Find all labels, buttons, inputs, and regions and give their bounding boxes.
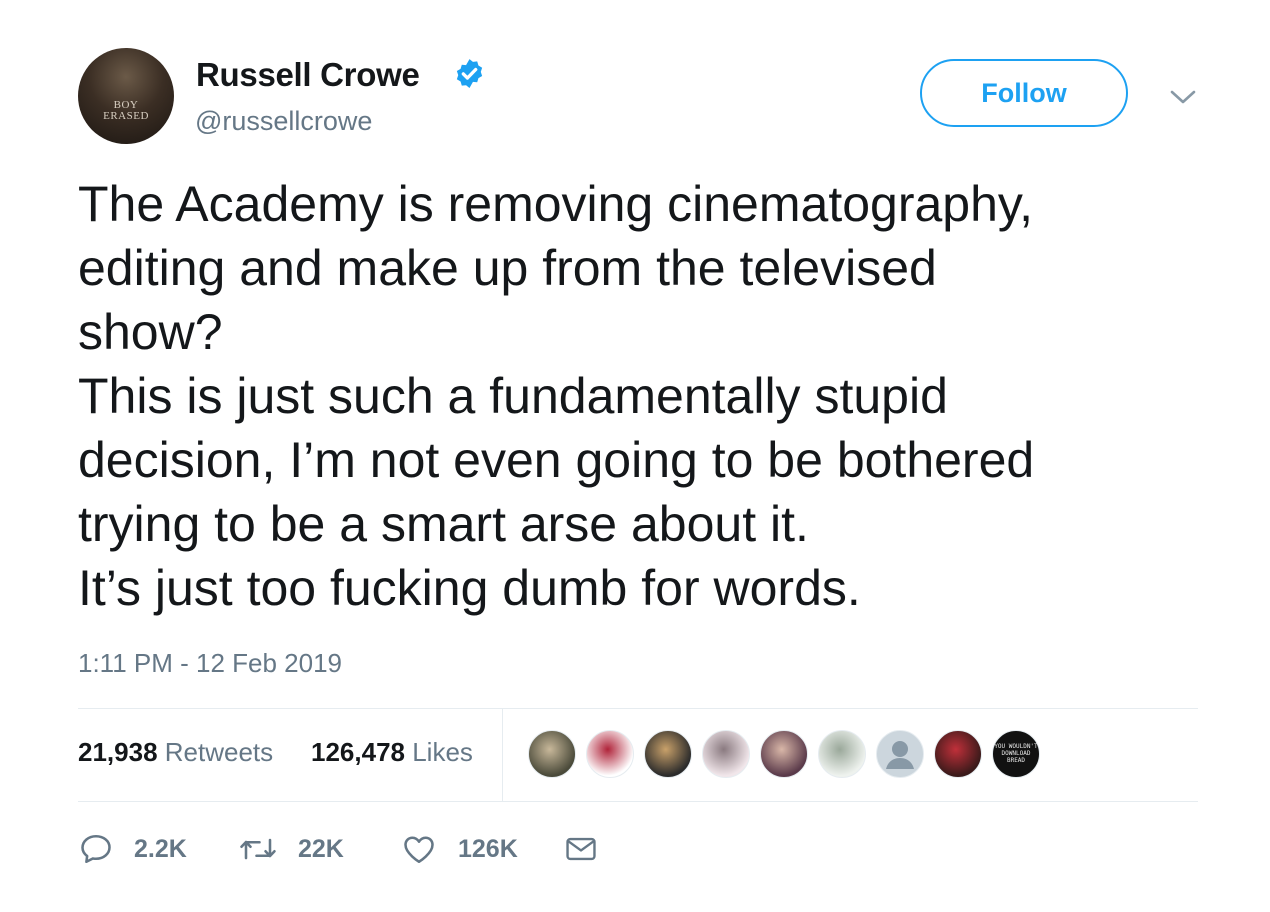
tweet-text-line: show? xyxy=(78,304,223,360)
reply-icon xyxy=(81,834,111,864)
verified-badge-icon xyxy=(456,59,483,88)
liker-avatar-4[interactable] xyxy=(702,730,750,778)
tweet-timestamp[interactable]: 1:11 PM - 12 Feb 2019 xyxy=(78,648,342,679)
retweets-label: Retweets xyxy=(164,737,274,767)
divider xyxy=(78,801,1198,802)
heart-icon xyxy=(404,836,434,864)
like-count: 126K xyxy=(458,834,518,863)
tweet-text-line: editing and make up from the televised xyxy=(78,240,937,296)
divider xyxy=(78,708,1198,709)
tweet-text-line: decision, I’m not even going to be bothe… xyxy=(78,432,1035,488)
liker-avatar-7[interactable] xyxy=(876,730,924,778)
tweet-text-line: This is just such a fundamentally stupid xyxy=(78,368,948,424)
follow-button[interactable]: Follow xyxy=(920,59,1128,127)
liker-avatar-3[interactable] xyxy=(644,730,692,778)
tweet-text-line: trying to be a smart arse about it. xyxy=(78,496,809,552)
tweet-text: The Academy is removing cinematography, … xyxy=(78,172,1198,620)
likes-count: 126,478 xyxy=(311,737,405,767)
liker-avatar-6[interactable] xyxy=(818,730,866,778)
likes-label: Likes xyxy=(412,737,473,767)
default-avatar-icon xyxy=(886,741,914,769)
tweet-card: BOY ERASED Russell Crowe @russellcrowe F… xyxy=(0,0,1270,912)
user-name[interactable]: Russell Crowe xyxy=(196,56,420,94)
user-handle[interactable]: @russellcrowe xyxy=(195,106,372,137)
envelope-icon xyxy=(566,837,596,861)
chevron-down-icon[interactable] xyxy=(1168,86,1198,108)
avatar[interactable]: BOY ERASED xyxy=(78,48,174,144)
like-button[interactable]: 126K xyxy=(400,826,518,872)
reply-button[interactable]: 2.2K xyxy=(78,826,187,872)
liker-avatar-8[interactable] xyxy=(934,730,982,778)
retweets-stat[interactable]: 21,938 Retweets xyxy=(78,737,273,768)
stats-divider xyxy=(502,709,503,801)
liker-avatar-9[interactable]: YOU WOULDN'T DOWNLOAD BREAD xyxy=(992,730,1040,778)
avatar-logo-text: BOY ERASED xyxy=(103,99,149,122)
liker-avatar-2[interactable] xyxy=(586,730,634,778)
retweet-button[interactable]: 22K xyxy=(238,826,344,872)
reply-count: 2.2K xyxy=(134,834,187,863)
retweet-icon xyxy=(240,838,276,860)
retweet-count: 22K xyxy=(298,834,344,863)
liker-avatar-1[interactable] xyxy=(528,730,576,778)
liker-avatar-5[interactable] xyxy=(760,730,808,778)
direct-message-button[interactable] xyxy=(564,826,598,872)
likes-stat[interactable]: 126,478 Likes xyxy=(311,737,473,768)
tweet-text-line: The Academy is removing cinematography, xyxy=(78,176,1034,232)
retweets-count: 21,938 xyxy=(78,737,158,767)
tweet-text-line: It’s just too fucking dumb for words. xyxy=(78,560,861,616)
